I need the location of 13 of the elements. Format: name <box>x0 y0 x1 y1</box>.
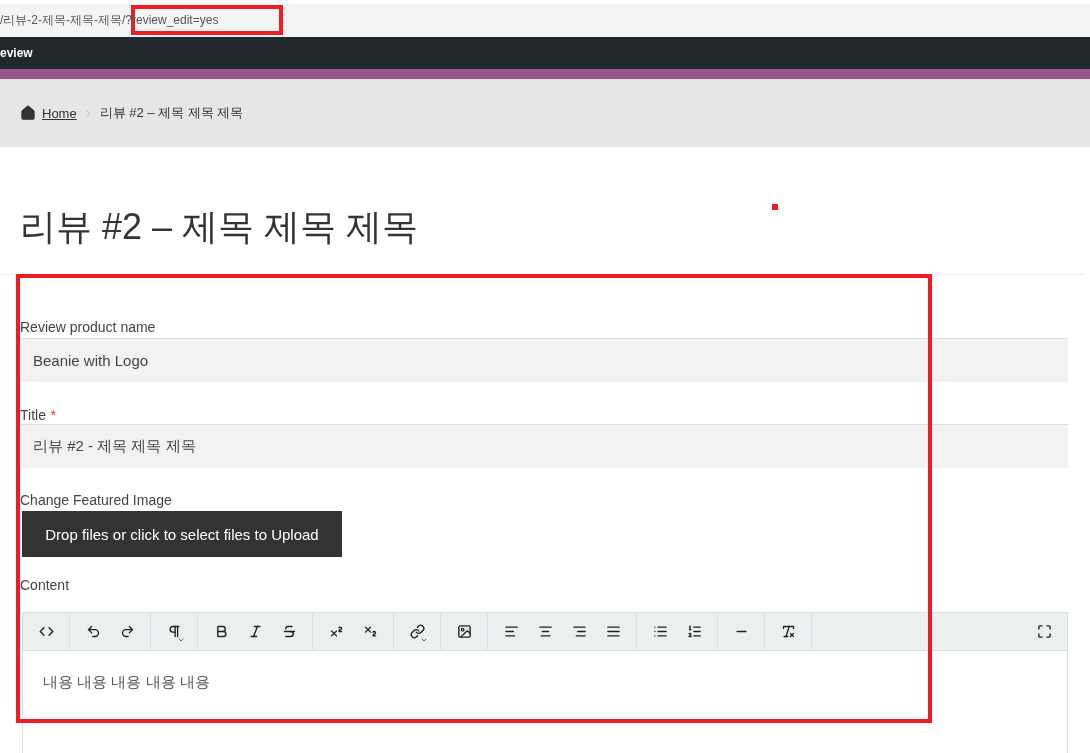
breadcrumb-link[interactable]: Home <box>42 105 77 121</box>
editor-content[interactable]: 내용 내용 내용 내용 내용 <box>23 651 1067 753</box>
home-icon <box>20 105 36 121</box>
field-label: Content <box>20 577 71 593</box>
required-mark: * <box>50 407 56 423</box>
breadcrumb-current: 리뷰 #2 – 제목 제목 제목 <box>99 104 244 122</box>
text-field[interactable]: Beanie with Logo <box>21 338 1068 382</box>
field-label: Review product name <box>20 319 157 335</box>
text-field[interactable]: 리뷰 #2 - 제목 제목 제목 <box>21 424 1068 468</box>
field-label: Change Featured Image <box>20 492 173 508</box>
field-label: Title <box>20 407 46 423</box>
upload-button[interactable]: Drop files or click to select files to Upload <box>22 511 342 557</box>
admin-bar-title[interactable]: eview <box>0 46 33 60</box>
